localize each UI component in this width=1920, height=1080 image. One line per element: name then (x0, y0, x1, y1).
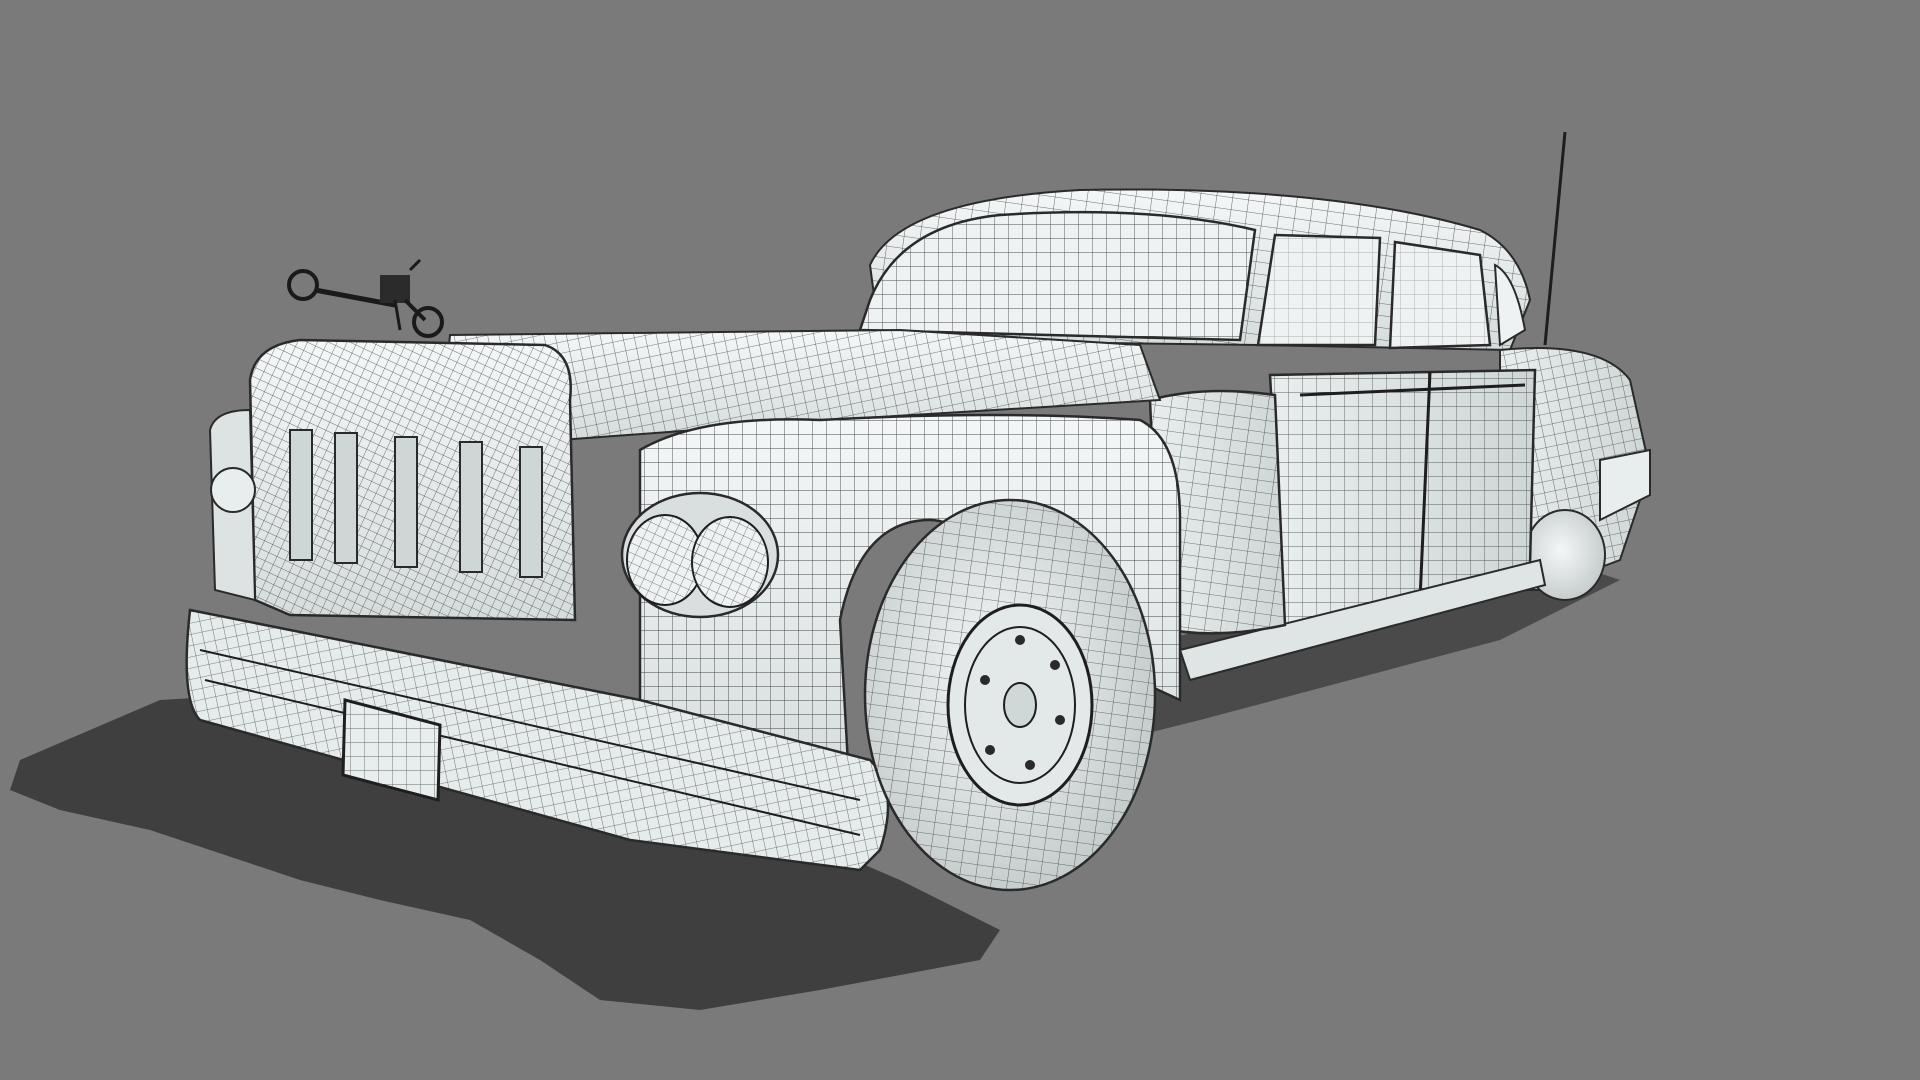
twin-headlights (620, 491, 780, 619)
front-wheel (863, 498, 1157, 892)
3d-viewport[interactable] (0, 0, 1920, 1080)
car-wireframe-render (10, 131, 1652, 1010)
antenna (1543, 131, 1567, 346)
hood-ornament-motorcycle (287, 258, 444, 338)
left-headlight (210, 467, 256, 513)
